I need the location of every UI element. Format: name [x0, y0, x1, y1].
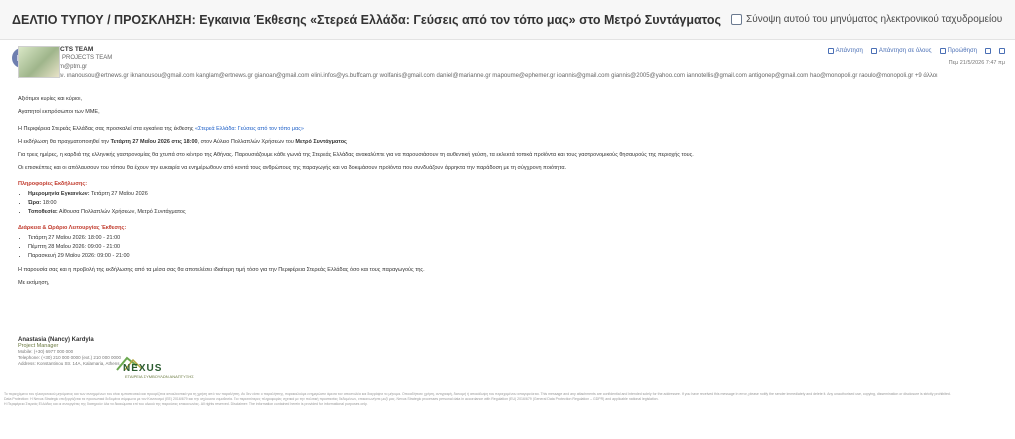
apps-icon[interactable]: [985, 48, 991, 54]
greeting: Αξιότιμοι κυρίες και κύριοι,: [18, 96, 82, 102]
message-actions: Απάντηση Απάντηση σε όλους Προώθηση: [827, 48, 1005, 54]
recipients: PROJECTS TEAM Προς: ⊕ PROJECTS TEAM bcc:…: [38, 45, 937, 81]
list-item: Τετάρτη 27 Μαΐου 2026: 18:00 - 21:00: [28, 234, 998, 242]
reply-all-button[interactable]: Απάντηση σε όλους: [870, 48, 932, 54]
reply-all-icon: [870, 48, 877, 54]
summary-link[interactable]: Σύνοψη αυτού του μηνύματος ηλεκτρονικού …: [746, 14, 1002, 25]
logo-wordmark: NEXUS: [123, 363, 163, 374]
event-date: Τετάρτη 27 Μαΐου 2026 στις 18:00: [110, 139, 198, 145]
forward-icon: [939, 48, 946, 54]
section-heading-info: Πληροφορίες Εκδήλωσης:: [18, 181, 88, 187]
summary-icon[interactable]: [731, 14, 743, 25]
info-value: Αίθουσα Πολλαπλών Χρήσεων, Μετρό Συντάγμ…: [57, 209, 186, 215]
event-paragraph: Η εκδήλωση θα πραγματοποιηθεί την Τετάρτ…: [18, 138, 998, 146]
email-subject: ΔΕΛΤΙΟ ΤΥΠΟΥ / ΠΡΟΣΚΛΗΣΗ: Εγκαινια Έκθεσ…: [12, 12, 722, 27]
forward-button[interactable]: Προώθηση: [939, 48, 977, 54]
event-text-1: Η εκδήλωση θα πραγματοποιηθεί την: [18, 139, 111, 145]
logo-tagline: ΕΤΑΙΡΕΙΑ ΣΥΜΒΟΥΛΩΝ ΑΝΑΠΤΥΞΗΣ: [125, 374, 194, 379]
info-list: Ημερομηνία Εγκαινίων: Τετάρτη 27 Μαΐου 2…: [28, 190, 998, 216]
info-value: Τετάρτη 27 Μαΐου 2026: [89, 191, 148, 197]
info-key: Ημερομηνία Εγκαινίων:: [28, 191, 90, 197]
to-line: Προς: ⊕ PROJECTS TEAM: [38, 55, 113, 61]
greeting-media: Αγαπητοί εκπρόσωποι των ΜΜΕ,: [18, 109, 100, 115]
list-item: Τοποθεσία: Αίθουσα Πολλαπλών Χρήσεων, Με…: [28, 208, 998, 216]
info-key: Ώρα:: [28, 200, 42, 206]
visitors-paragraph: Οι επισκέπτες και οι απόλαυσουν του τόπο…: [18, 165, 567, 171]
event-text-2: , στον Αύλειο Πολλαπλών Χρήσεων του: [197, 139, 296, 145]
section-heading-hours: Διάρκεια & Ωράριο Λειτουργίας Έκθεσης:: [18, 225, 127, 231]
cc-line: Κοιν. κοιν. ιnanousou@ertnews.gr iknanou…: [38, 73, 938, 79]
description-paragraph: Για τρεις ημέρες, η καρδιά της ελληνικής…: [18, 152, 694, 158]
hours-list: Τετάρτη 27 Μαΐου 2026: 18:00 - 21:00 Πέμ…: [28, 234, 998, 260]
message-date: Πεμ 21/5/2026 7:47 πμ: [948, 60, 1005, 66]
list-item: Ημερομηνία Εγκαινίων: Τετάρτη 27 Μαΐου 2…: [28, 190, 998, 198]
message-header: PT PROJECTS TEAM Προς: ⊕ PROJECTS TEAM b…: [0, 40, 1015, 100]
event-venue: Μετρό Συντάγματος: [295, 139, 347, 145]
legal-footer: Το περιεχόμενο του ηλεκτρονικού μηνύματο…: [4, 392, 1009, 407]
reply-icon: [827, 48, 834, 54]
info-key: Τοποθεσία:: [28, 209, 58, 215]
intro-text: Η Περιφέρεια Στερεάς Ελλάδας σας προσκαλ…: [18, 126, 195, 132]
info-value: 18:00: [41, 200, 57, 206]
footer-paragraph: Η Περιφέρεια Στερεάς Ελλάδας και οι συνε…: [4, 402, 368, 406]
forward-label: Προώθηση: [947, 48, 977, 54]
exhibition-link[interactable]: «Στερεά Ελλάδα: Γεύσεις από τον τόπο μας…: [195, 126, 304, 132]
list-item: Πέμπτη 28 Μαΐου 2026: 09:00 - 21:00: [28, 243, 998, 251]
regards: Με εκτίμηση,: [18, 280, 50, 286]
message-body: Αξιότιμοι κυρίες και κύριοι, Αγαπητοί εκ…: [18, 95, 998, 292]
list-item: Παρασκευή 29 Μαΐου 2026: 09:00 - 21:00: [28, 252, 998, 260]
attachment-thumbnail[interactable]: [18, 46, 60, 78]
bcc-line: bcc: ptam@ptm.gr: [38, 64, 88, 70]
sender-name[interactable]: PROJECTS TEAM: [38, 45, 937, 54]
reply-label: Απάντηση: [835, 48, 863, 54]
nexus-logo: NEXUS ΕΤΑΙΡΕΙΑ ΣΥΜΒΟΥΛΩΝ ΑΝΑΠΤΥΞΗΣ: [115, 354, 195, 379]
more-options-icon[interactable]: [999, 48, 1005, 54]
reply-all-label: Απάντηση σε όλους: [878, 48, 932, 54]
subject-bar: ΔΕΛΤΙΟ ΤΥΠΟΥ / ΠΡΟΣΚΛΗΣΗ: Εγκαινια Έκθεσ…: [0, 0, 1015, 40]
reply-button[interactable]: Απάντηση: [827, 48, 863, 54]
list-item: Ώρα: 18:00: [28, 199, 998, 207]
closing-paragraph: Η παρουσία σας και η προβολή της εκδήλωσ…: [18, 267, 425, 273]
intro-paragraph: Η Περιφέρεια Στερεάς Ελλάδας σας προσκαλ…: [18, 125, 998, 133]
